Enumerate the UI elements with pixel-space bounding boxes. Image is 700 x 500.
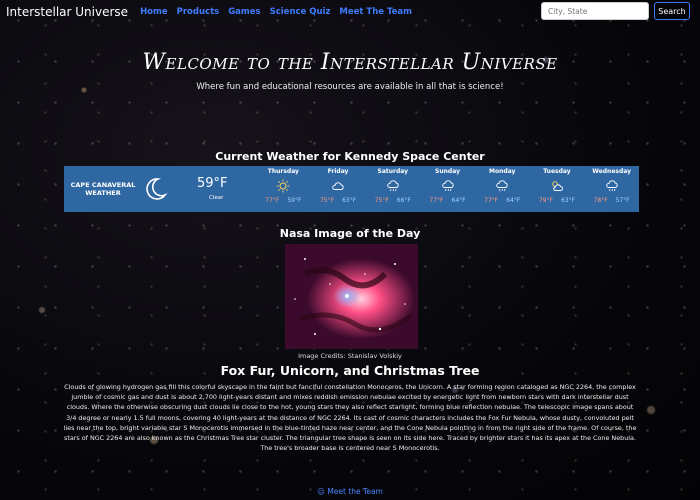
team-icon: ☺ (317, 487, 325, 496)
forecast-low: 64°F (451, 197, 466, 204)
rain-cloud-icon (605, 180, 618, 192)
forecast-day: Thursday 77°F 59°F (256, 166, 311, 212)
apod-headline: Fox Fur, Unicorn, and Christmas Tree (220, 363, 480, 378)
forecast-low: 66°F (396, 197, 411, 204)
rain-cloud-icon (496, 180, 508, 192)
forecast-high: 77°F (429, 197, 444, 204)
forecast-day-name: Wednesday (592, 168, 632, 175)
nav-link-games[interactable]: Games (228, 7, 260, 17)
forecast-day-name: Sunday (435, 168, 460, 175)
forecast-high: 77°F (265, 197, 280, 204)
forecast-temps: 75°F 63°F (320, 197, 356, 204)
nebula-artwork (285, 244, 418, 349)
nav-link-products[interactable]: Products (177, 7, 220, 17)
forecast-temps: 77°F 64°F (484, 197, 520, 204)
image-credit: Image Credits: Stanislav Volskiy (298, 352, 402, 360)
hero-title: Welcome to the Interstellar Universe (142, 50, 558, 75)
forecast-day: Wednesday 78°F 57°F (584, 166, 639, 212)
meet-the-team-label: Meet the Team (327, 487, 383, 496)
forecast-low: 59°F (287, 197, 302, 204)
cloud-icon (332, 182, 344, 190)
forecast-day-name: Tuesday (543, 168, 571, 175)
forecast-day: Sunday 77°F 64°F (420, 166, 475, 212)
weather-section-title: Current Weather for Kennedy Space Center (215, 150, 485, 163)
brand-logo-text[interactable]: Interstellar Universe (6, 5, 128, 19)
nav-link-meet-the-team[interactable]: Meet The Team (339, 7, 412, 17)
rain-cloud-icon (441, 180, 454, 192)
top-navbar: Interstellar Universe Home Products Game… (0, 0, 700, 24)
forecast-temps: 77°F 64°F (429, 197, 465, 204)
forecast-day: Monday 77°F 64°F (475, 166, 530, 212)
forecast-low: 57°F (615, 197, 630, 204)
nav-link-science-quiz[interactable]: Science Quiz (270, 7, 331, 17)
forecast-high: 79°F (538, 197, 553, 204)
forecast-day-name: Saturday (377, 168, 409, 175)
forecast-high: 75°F (319, 197, 335, 204)
rain-cloud-icon (387, 180, 399, 192)
forecast-low: 64°F (506, 197, 521, 204)
forecast-day-name: Monday (489, 168, 516, 175)
forecast-low: 63°F (342, 197, 357, 204)
forecast-temps: 78°F 57°F (594, 197, 630, 204)
forecast-temps: 79°F 63°F (539, 197, 575, 204)
nav-link-home[interactable]: Home (140, 7, 168, 17)
current-temperature: 59°F (197, 176, 228, 191)
hero-subtitle: Where fun and educational resources are … (196, 82, 504, 92)
meet-the-team-link[interactable]: ☺ Meet the Team (0, 487, 700, 496)
current-weather: CAPE CANAVERAL WEATHER 59°F Clear (64, 166, 256, 212)
forecast-day-name: Friday (327, 168, 349, 175)
weather-widget[interactable]: CAPE CANAVERAL WEATHER 59°F Clear Thursd… (64, 166, 639, 212)
current-condition: Clear (209, 195, 224, 201)
forecast-temps: 77°F 59°F (265, 197, 301, 204)
forecast-high: 75°F (374, 197, 389, 204)
forecast-day-name: Thursday (267, 168, 299, 175)
forecast-low: 63°F (560, 197, 576, 204)
forecast-day: Tuesday 79°F 63°F (530, 166, 585, 212)
apod-description: Clouds of glowing hydrogen gas fill this… (63, 383, 637, 453)
forecast-day: Saturday 75°F 66°F (365, 166, 420, 212)
forecast-high: 78°F (593, 197, 608, 204)
forecast-high: 77°F (484, 197, 499, 204)
forecast-temps: 75°F 66°F (375, 197, 411, 204)
nebula-image[interactable] (285, 244, 418, 349)
apod-section-title: Nasa Image of the Day (279, 227, 421, 240)
partly-cloudy-icon (552, 181, 563, 191)
city-search-input[interactable] (541, 2, 649, 20)
forecast-day: Friday 75°F 63°F (311, 166, 366, 212)
sun-icon (276, 179, 290, 193)
search-button[interactable]: Search (654, 2, 690, 20)
moon-icon (146, 178, 168, 200)
weather-location: CAPE CANAVERAL WEATHER (70, 181, 136, 197)
